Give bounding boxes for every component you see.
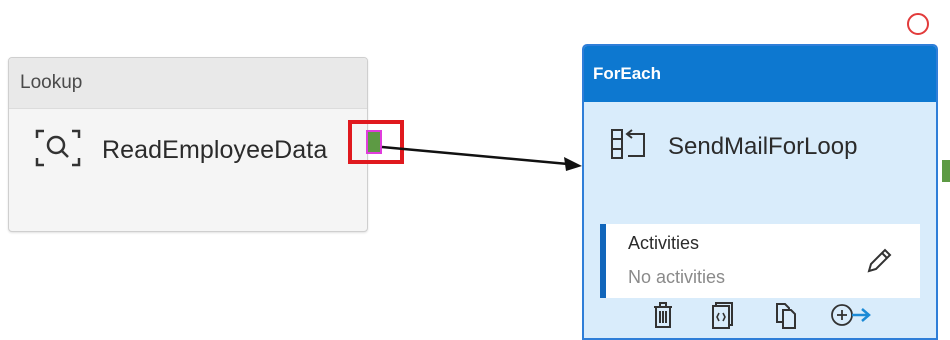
foreach-output-port[interactable] [942, 160, 950, 182]
search-icon [34, 128, 82, 173]
lookup-header: Lookup [9, 58, 367, 109]
foreach-toolbar [646, 300, 886, 334]
activities-status: No activities [628, 267, 726, 287]
connector-arrow[interactable] [380, 135, 585, 175]
copy-icon[interactable] [770, 300, 800, 330]
add-arrow-icon[interactable] [830, 300, 880, 330]
foreach-activity[interactable]: ForEach SendMailForLoop Activities No ac… [582, 44, 938, 340]
pipeline-canvas[interactable]: Lookup ReadEmployeeData ForEach SendMail… [0, 0, 950, 340]
activities-panel[interactable]: Activities No activities [600, 224, 920, 298]
lookup-activity[interactable]: Lookup ReadEmployeeData [8, 57, 368, 232]
status-circle-icon[interactable] [907, 13, 929, 35]
lookup-activity-name: ReadEmployeeData [102, 136, 328, 164]
foreach-header: ForEach [584, 46, 936, 102]
lookup-header-label: Lookup [20, 72, 83, 93]
activities-label: Activities [628, 233, 700, 253]
foreach-header-label: ForEach [593, 64, 662, 83]
foreach-activity-name: SendMailForLoop [668, 132, 858, 160]
pencil-icon[interactable] [864, 246, 894, 276]
trash-icon[interactable] [648, 300, 678, 330]
lookup-body: ReadEmployeeData [34, 128, 327, 173]
foreach-loop-icon [610, 128, 646, 165]
code-icon[interactable] [708, 300, 738, 330]
foreach-title: SendMailForLoop [610, 128, 857, 165]
